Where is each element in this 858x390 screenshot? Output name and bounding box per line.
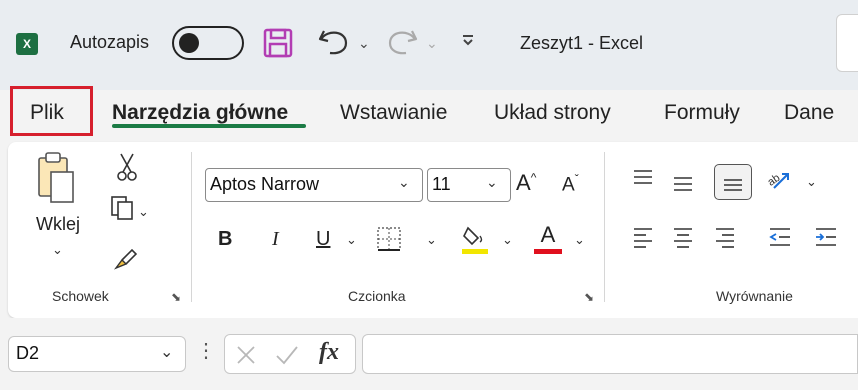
align-bottom-button[interactable] bbox=[714, 164, 752, 200]
autosave-label: Autozapis bbox=[70, 32, 150, 52]
tab-plik[interactable]: Plik bbox=[30, 101, 64, 125]
decrease-font-size-button[interactable]: Aˇ bbox=[562, 172, 579, 196]
redo-dropdown-icon[interactable]: ⌄ bbox=[426, 35, 438, 52]
fill-color-dropdown-icon[interactable]: ⌄ bbox=[502, 232, 513, 248]
font-color-dropdown-icon[interactable]: ⌄ bbox=[574, 232, 585, 248]
name-box-dropdown-icon[interactable]: ⌄ bbox=[160, 342, 173, 362]
increase-indent-icon[interactable] bbox=[814, 226, 838, 253]
excel-logo-icon: X bbox=[16, 33, 38, 55]
font-name-value: Aptos Narrow bbox=[210, 174, 320, 194]
fill-color-icon[interactable] bbox=[460, 224, 490, 261]
font-name-dropdown-icon[interactable]: ⌄ bbox=[398, 174, 410, 191]
document-title: Zeszyt1 - Excel bbox=[520, 33, 644, 53]
paste-dropdown-icon[interactable]: ⌄ bbox=[52, 242, 63, 258]
orientation-icon[interactable]: ab bbox=[765, 166, 794, 199]
redo-icon[interactable] bbox=[384, 27, 420, 62]
search-box[interactable] bbox=[836, 14, 858, 72]
svg-text:ab: ab bbox=[766, 172, 782, 189]
align-top-icon[interactable] bbox=[632, 168, 654, 195]
customize-quick-access-icon[interactable] bbox=[460, 32, 476, 53]
formula-buttons: fx bbox=[224, 334, 356, 374]
orientation-dropdown-icon[interactable]: ⌄ bbox=[806, 174, 817, 190]
formula-input[interactable] bbox=[362, 334, 858, 374]
decrease-indent-icon[interactable] bbox=[768, 226, 792, 253]
insert-function-button[interactable]: fx bbox=[319, 339, 339, 366]
cut-icon[interactable] bbox=[116, 152, 138, 187]
format-painter-icon[interactable] bbox=[112, 246, 138, 277]
group-label-clipboard: Schowek bbox=[52, 288, 109, 304]
increase-font-size-button[interactable]: A^ bbox=[516, 170, 536, 196]
group-label-alignment: Wyrównanie bbox=[716, 288, 793, 304]
enter-check-icon[interactable] bbox=[275, 344, 299, 366]
name-box-value: D2 bbox=[16, 343, 40, 363]
bold-button[interactable]: B bbox=[218, 228, 232, 251]
more-options-icon[interactable]: ⋮ bbox=[196, 338, 216, 363]
font-size-value: 11 bbox=[432, 174, 451, 194]
align-left-icon[interactable] bbox=[632, 226, 654, 253]
borders-icon[interactable] bbox=[376, 226, 402, 257]
undo-dropdown-icon[interactable]: ⌄ bbox=[358, 35, 370, 52]
align-center-icon[interactable] bbox=[672, 226, 694, 253]
cancel-icon[interactable] bbox=[235, 344, 257, 366]
toggle-knob bbox=[179, 33, 199, 53]
tab-formuly[interactable]: Formuły bbox=[664, 101, 740, 125]
group-label-font: Czcionka bbox=[348, 288, 406, 304]
tab-narzedzia-glowne[interactable]: Narzędzia główne bbox=[112, 101, 288, 125]
align-middle-icon[interactable] bbox=[672, 172, 694, 199]
group-divider bbox=[191, 152, 192, 302]
font-size-dropdown-icon[interactable]: ⌄ bbox=[486, 174, 498, 191]
paste-label[interactable]: Wklej bbox=[36, 214, 80, 235]
copy-dropdown-icon[interactable]: ⌄ bbox=[138, 204, 149, 220]
italic-button[interactable]: I bbox=[272, 228, 279, 251]
font-launcher-icon[interactable]: ⬊ bbox=[584, 290, 594, 304]
align-right-icon[interactable] bbox=[714, 226, 736, 253]
save-icon[interactable] bbox=[262, 27, 294, 64]
paste-icon[interactable] bbox=[36, 150, 76, 209]
underline-dropdown-icon[interactable]: ⌄ bbox=[346, 232, 357, 248]
borders-dropdown-icon[interactable]: ⌄ bbox=[426, 232, 437, 248]
font-color-icon[interactable]: A bbox=[534, 222, 562, 254]
underline-button[interactable]: U bbox=[316, 228, 330, 251]
copy-icon[interactable] bbox=[110, 195, 136, 226]
tab-uklad-strony[interactable]: Układ strony bbox=[494, 101, 611, 125]
active-tab-indicator bbox=[112, 124, 306, 128]
group-divider bbox=[604, 152, 605, 302]
clipboard-launcher-icon[interactable]: ⬊ bbox=[171, 290, 181, 304]
tab-wstawianie[interactable]: Wstawianie bbox=[340, 101, 447, 125]
undo-icon[interactable] bbox=[316, 27, 352, 62]
autosave-toggle[interactable] bbox=[172, 26, 244, 60]
tab-dane[interactable]: Dane bbox=[784, 101, 834, 125]
